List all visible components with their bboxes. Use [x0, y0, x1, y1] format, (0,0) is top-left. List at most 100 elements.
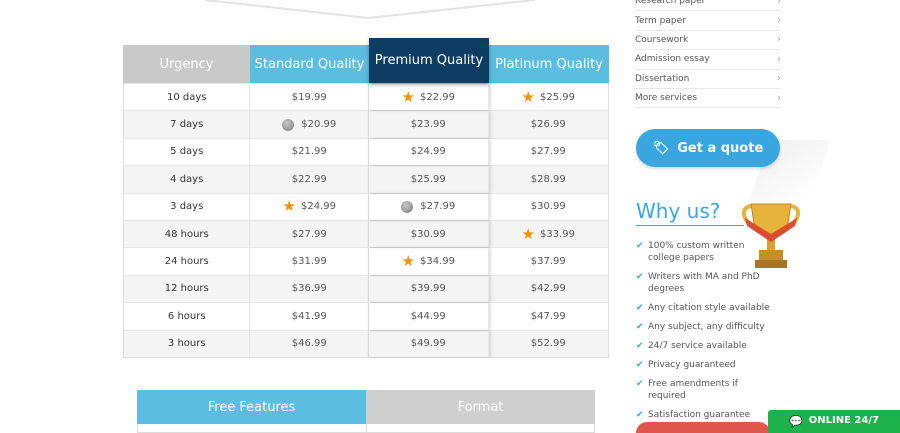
cell-premium[interactable]: ★ $22.99	[369, 84, 489, 111]
service-label: Research paper	[635, 0, 706, 7]
cell-standard[interactable]: $22.99	[250, 166, 369, 193]
why-us-list: ✔ 100% custom written college papers ✔ Writ…	[636, 240, 776, 428]
service-link[interactable]: Research paper ›	[635, 0, 781, 12]
price-value: $47.99	[530, 310, 566, 322]
price-value: $24.99	[410, 146, 446, 158]
price-value: $37.99	[530, 256, 566, 268]
urgency-label: 3 days	[170, 201, 204, 213]
cell-premium[interactable]: $39.99	[369, 275, 489, 303]
cell-standard[interactable]: $20.99	[250, 111, 369, 138]
get-a-quote-button[interactable]: 🏷 Get a quote	[636, 129, 780, 167]
why-us-text: Privacy guaranteed	[648, 360, 736, 370]
cell-premium[interactable]: $27.99	[369, 193, 489, 220]
service-link[interactable]: Term paper ›	[635, 11, 781, 31]
cell-urgency: 7 days	[124, 111, 251, 138]
cell-premium[interactable]: $25.99	[369, 166, 489, 193]
cell-platinum[interactable]: $52.99	[489, 331, 609, 357]
get-a-quote-label: Get a quote	[677, 140, 764, 156]
why-us-item: ✔ 100% custom written college papers	[636, 240, 776, 264]
table-row: 4 days $22.99 $25.99 $28.99	[124, 165, 609, 193]
cell-platinum[interactable]: $42.99	[489, 276, 609, 302]
cell-standard[interactable]: $46.99	[250, 330, 369, 357]
tab-format[interactable]: Format	[366, 390, 595, 424]
cell-premium[interactable]: $44.99	[369, 303, 489, 330]
chevron-right-icon: ›	[777, 15, 781, 27]
why-us-item: ✔ Writers with MA and PhD degrees	[636, 271, 776, 295]
why-us-text: Any subject, any difficulty	[648, 322, 765, 332]
cell-platinum[interactable]: ★ $25.99	[489, 84, 609, 110]
features-table: Free Features Format	[137, 390, 595, 433]
cell-platinum[interactable]: $47.99	[489, 303, 609, 329]
online-chat-button[interactable]: 💬 ONLINE 24/7	[768, 410, 900, 433]
price-value: $30.99	[530, 201, 566, 213]
check-icon: ✔	[636, 303, 644, 313]
cell-urgency: 3 days	[124, 193, 251, 220]
cell-premium[interactable]: ★ $34.99	[369, 248, 489, 275]
why-us-text: Free amendments if required	[648, 379, 738, 401]
table-row: 5 days $21.99 $24.99 $27.99	[124, 137, 609, 166]
cell-standard[interactable]: $27.99	[250, 220, 369, 248]
service-label: More services	[635, 93, 698, 104]
service-link[interactable]: Coursework ›	[635, 31, 781, 51]
tag-icon: 🏷	[652, 140, 670, 156]
table-row: 24 hours $31.99 ★ $34.99 $37.99	[124, 247, 609, 275]
price-value: $49.99	[410, 338, 446, 350]
service-link[interactable]: Admission essay ›	[635, 50, 781, 70]
why-us-title: Why us?	[636, 199, 721, 223]
cell-urgency: 4 days	[124, 166, 251, 193]
cell-urgency: 48 hours	[124, 220, 251, 248]
service-link[interactable]: Dissertation ›	[635, 70, 781, 89]
section-arrow-decoration	[205, 0, 535, 20]
price-value: $52.99	[530, 338, 566, 350]
cell-standard[interactable]: $41.99	[250, 303, 369, 330]
price-value: $28.99	[530, 173, 566, 185]
star-icon: ★	[401, 87, 415, 106]
chevron-right-icon: ›	[777, 92, 781, 104]
cell-premium[interactable]: $23.99	[369, 111, 489, 138]
cell-platinum[interactable]: $26.99	[489, 111, 609, 137]
header-standard-quality[interactable]: Standard Quality	[250, 45, 369, 83]
why-us-text: 24/7 service available	[648, 341, 747, 351]
services-list: Research paper › Term paper › Coursework › Adm…	[635, 0, 781, 109]
cell-platinum[interactable]: ★ $33.99	[489, 221, 609, 247]
cell-platinum[interactable]: $28.99	[489, 166, 609, 192]
online-chat-label: ONLINE 24/7	[808, 415, 879, 426]
cell-platinum[interactable]: $27.99	[489, 139, 609, 165]
price-value: $23.99	[410, 119, 446, 131]
price-value: $26.99	[530, 119, 566, 131]
price-value: $25.99	[539, 91, 575, 103]
cell-standard[interactable]: $21.99	[250, 138, 369, 166]
cell-premium[interactable]: $24.99	[369, 138, 489, 166]
cell-platinum[interactable]: $30.99	[489, 194, 609, 220]
badge-icon	[282, 118, 295, 131]
service-link[interactable]: More services ›	[635, 89, 781, 109]
price-value: $21.99	[291, 146, 327, 158]
star-icon: ★	[521, 87, 535, 106]
cell-premium[interactable]: $49.99	[369, 330, 489, 357]
price-value: $42.99	[530, 283, 566, 295]
header-platinum-quality[interactable]: Platinum Quality	[489, 45, 609, 83]
order-button[interactable]	[636, 422, 770, 433]
price-value: $44.99	[410, 310, 446, 322]
cell-standard[interactable]: $19.99	[250, 84, 369, 111]
urgency-label: 6 hours	[167, 310, 206, 322]
tab-free-features[interactable]: Free Features	[137, 390, 366, 424]
cell-premium[interactable]: $30.99	[369, 220, 489, 248]
price-rows: 10 days $19.99 ★ $22.99 ★ $25.99 7 days $20.99 $…	[123, 83, 609, 358]
price-value: $22.99	[419, 91, 455, 103]
why-us-item: ✔ Any subject, any difficulty	[636, 321, 776, 333]
why-us-item: ✔ 24/7 service available	[636, 340, 776, 352]
table-row: 12 hours $36.99 $39.99 $42.99	[124, 274, 609, 303]
check-icon: ✔	[636, 341, 644, 351]
badge-icon	[401, 200, 414, 213]
service-label: Term paper	[635, 15, 686, 26]
why-us-underline	[636, 225, 744, 226]
header-premium-quality[interactable]: Premium Quality	[369, 38, 489, 83]
table-row: 7 days $20.99 $23.99 $26.99	[124, 110, 609, 138]
price-value: $36.99	[291, 283, 327, 295]
table-row: 48 hours $27.99 $30.99 ★ $33.99	[124, 219, 609, 248]
cell-platinum[interactable]: $37.99	[489, 248, 609, 274]
cell-standard[interactable]: ★ $24.99	[250, 193, 369, 220]
cell-standard[interactable]: $36.99	[250, 275, 369, 303]
cell-standard[interactable]: $31.99	[250, 248, 369, 275]
